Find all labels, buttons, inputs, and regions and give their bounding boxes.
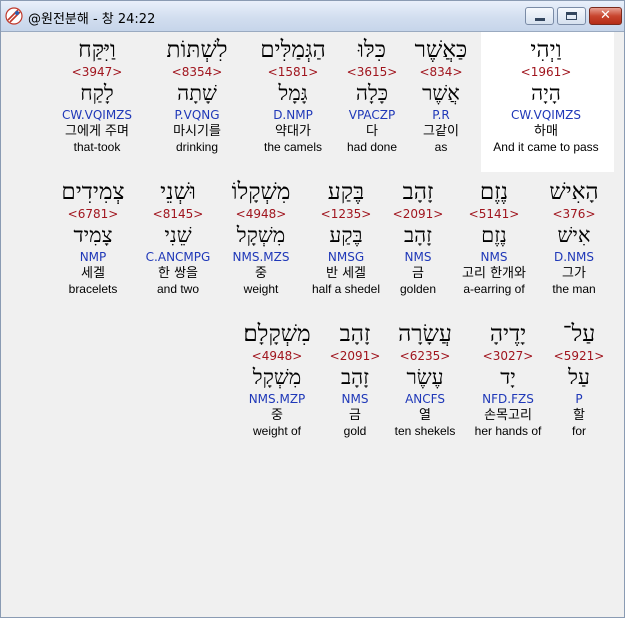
hebrew-word: צְמִידִים (61, 179, 125, 205)
title-bar[interactable]: @원전분해 - 창 24:22 ✕ (1, 1, 624, 32)
hebrew-word: מִשְׁקָלָם׃ (243, 321, 311, 347)
word-block[interactable]: מִשְׁקָלָם׃ <4948> מִשְׁקָל NMS.MZP 중 we… (217, 320, 337, 439)
lemma-word: צָמִיד (73, 223, 113, 247)
app-window: @원전분해 - 창 24:22 ✕ וַיְהִי <1961> הָיָה C… (0, 0, 625, 618)
parsing-code: CW.VQIMZS (510, 108, 582, 122)
english-gloss: And it came to pass (493, 140, 599, 154)
strong-number[interactable]: <4948> (217, 348, 337, 364)
strong-number[interactable]: <6781> (33, 206, 153, 222)
korean-gloss: 하매 (534, 124, 558, 139)
lemma-word: הָיָה (531, 81, 561, 105)
korean-gloss: 중 (271, 408, 283, 423)
parsing-code: CW.VQIMZS (61, 108, 133, 122)
close-icon: ✕ (600, 8, 611, 23)
lemma-word: לָקַח (80, 81, 114, 105)
english-gloss: weight of (252, 424, 302, 438)
interlinear-panel: וַיְהִי <1961> הָיָה CW.VQIMZS 하매 And it… (5, 32, 620, 615)
app-logo-icon (5, 7, 23, 25)
hebrew-word: וַיִּקַּח (78, 37, 116, 63)
maximize-button[interactable] (557, 7, 586, 25)
word-block[interactable]: צְמִידִים <6781> צָמִיד NMP 세겔 bracelets (33, 178, 153, 297)
korean-gloss: 세겔 (81, 266, 105, 281)
close-button[interactable]: ✕ (589, 7, 622, 25)
english-gloss: that-took (73, 140, 121, 154)
parsing-code: NMP (79, 250, 107, 264)
window-title: @원전분해 - 창 24:22 (28, 12, 156, 27)
hebrew-word: וַיְהִי (530, 37, 562, 63)
parsing-code: NMS.MZP (248, 392, 306, 406)
english-gloss: bracelets (68, 282, 118, 296)
minimize-button[interactable] (525, 7, 554, 25)
word-block[interactable]: וַיְהִי <1961> הָיָה CW.VQIMZS 하매 And it… (486, 36, 606, 155)
lemma-word: מִשְׁקָל (252, 365, 302, 389)
strong-number[interactable]: <3947> (37, 64, 157, 80)
word-block[interactable]: וַיִּקַּח <3947> לָקַח CW.VQIMZS 그에게 주며 … (37, 36, 157, 155)
strong-number[interactable]: <1961> (486, 64, 606, 80)
korean-gloss: 그에게 주며 (65, 124, 129, 139)
